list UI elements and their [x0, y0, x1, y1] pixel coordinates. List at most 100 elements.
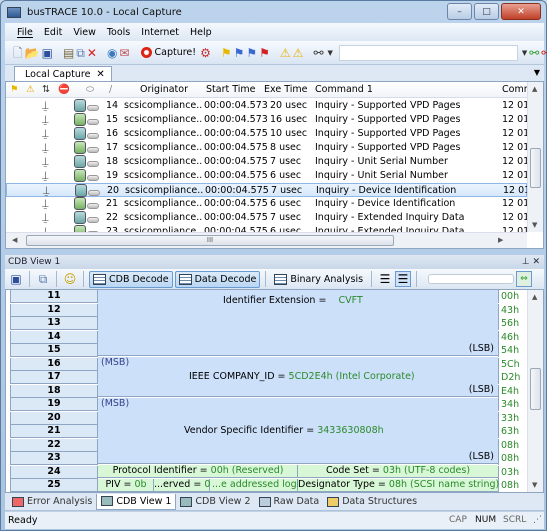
cdb-panel-title: CDB View 1 — [8, 257, 61, 267]
seq-cell: 20 — [107, 185, 120, 196]
menu-edit[interactable]: Edit — [44, 27, 62, 38]
tab-close-icon[interactable]: ✕ — [96, 69, 104, 80]
cdb-decode-label: CDB Decode — [109, 273, 169, 285]
lun-icon — [74, 127, 86, 140]
menu-help[interactable]: Help — [190, 27, 212, 38]
list-hscroll-thumb[interactable]: III — [26, 235, 394, 246]
maximize-button[interactable]: □ — [474, 3, 499, 20]
warning-column-icon[interactable]: ⚠ — [26, 84, 35, 95]
table-row[interactable]: ⍊ 16 scsicompliance.... 00:00:04.575 10 usec… — [6, 127, 527, 141]
data-decode-button[interactable]: Data Decode — [174, 270, 261, 288]
table-row[interactable]: ⍊ 20 scsicompliance.... 00:00:04.575 7 usec I… — [6, 183, 528, 197]
email-icon[interactable]: ✉ — [119, 45, 129, 61]
find-icon[interactable]: ⚯ — [313, 45, 323, 61]
table-row[interactable]: ⍊ 18 scsicompliance.... 00:00:04.575 7 usec I… — [6, 155, 527, 169]
direction-icon: ⍊ — [42, 155, 49, 168]
search-input[interactable] — [338, 44, 518, 61]
tab-cdb-view-1[interactable]: CDB View 1 — [96, 493, 177, 510]
save-icon[interactable]: ▣ — [8, 271, 24, 287]
pin-icon[interactable]: ⊥ — [522, 257, 530, 267]
tab-local-capture[interactable]: Local Capture ✕ — [14, 66, 112, 81]
find-dropdown-icon[interactable]: ▼ — [328, 49, 333, 57]
originator-column-header[interactable]: Originator — [140, 84, 188, 95]
table-row[interactable]: ⍊ 19 scsicompliance.... 00:00:04.575 6 usec I… — [6, 169, 527, 183]
tab-raw-data[interactable]: Raw Data — [255, 494, 324, 510]
list-vscrollbar[interactable]: ▲ ▼ — [527, 82, 543, 232]
lun-icon — [74, 197, 86, 210]
menu-file[interactable]: File — [17, 27, 33, 38]
sort-column-header[interactable]: / — [109, 84, 112, 95]
table-row[interactable]: ⍊ 22 scsicompliance.... 00:00:04.575 7 usec I… — [6, 211, 527, 225]
open-folder-icon[interactable]: 📂 — [25, 45, 40, 61]
menu-internet[interactable]: Internet — [141, 27, 179, 38]
field-association: ...e addressed logical unit) — [210, 479, 338, 492]
protocol-identifier-value: 00h (Reserved) — [210, 465, 284, 476]
warning-next-icon[interactable]: ⚠ — [280, 45, 291, 61]
capture-label: Capture! — [154, 47, 197, 58]
search-dropdown-icon[interactable]: ▼ — [522, 49, 527, 57]
copy-icon[interactable]: ⧉ — [76, 45, 85, 61]
flag-clear-icon[interactable]: ⚑ — [259, 45, 270, 61]
cdb-decode-button[interactable]: CDB Decode — [89, 270, 173, 288]
close-button[interactable]: ✕ — [501, 3, 541, 20]
find-prev-icon[interactable]: ⚯ — [541, 45, 547, 61]
tab-data-structures[interactable]: Data Structures — [323, 494, 421, 510]
fit-width-icon[interactable]: ⇔ — [516, 271, 533, 287]
error-column-icon[interactable]: ⛔ — [58, 84, 70, 95]
smiley-icon[interactable]: ☺ — [62, 271, 78, 287]
list-hscrollbar[interactable]: ◀ III ▶ — [6, 232, 527, 248]
tab-cdb-view-2[interactable]: CDB View 2 — [176, 494, 254, 510]
list-vscroll-thumb[interactable] — [530, 148, 541, 188]
capture-button[interactable]: Capture! — [139, 47, 198, 58]
command-cell: Inquiry - Unit Serial Number — [315, 170, 448, 181]
toolbar-separator — [416, 271, 418, 287]
hex-value: 08h — [498, 452, 527, 465]
cdb-vscrollbar[interactable]: ▲ ▼ — [527, 290, 543, 492]
network-icon[interactable]: ◉ — [107, 45, 117, 61]
flag-icon[interactable]: ⚑ — [221, 45, 232, 61]
flag-prev-icon[interactable]: ⚑ — [246, 45, 257, 61]
hex-value: 00h — [498, 290, 527, 303]
table-row[interactable]: ⍊ 14 scsicompliance.... 00:00:04.573 20 usec… — [6, 99, 527, 113]
cdb-vscroll-thumb[interactable] — [530, 368, 541, 410]
device-column-icon[interactable]: ⬭ — [86, 84, 94, 95]
exe-time-column-header[interactable]: Exe Time — [264, 84, 307, 95]
disk-icon — [87, 147, 99, 153]
minimize-button[interactable]: – — [447, 3, 472, 20]
start-time-column-header[interactable]: Start Time — [206, 84, 255, 95]
zoom-slider[interactable] — [428, 274, 515, 284]
properties-icon[interactable]: ▤ — [63, 45, 74, 61]
tab-error-analysis[interactable]: Error Analysis — [8, 494, 96, 510]
align-right-icon[interactable]: ☰ — [395, 271, 412, 287]
lun-icon — [74, 113, 86, 126]
resize-grip[interactable]: ⋰ — [533, 515, 542, 525]
table-row[interactable]: ⍊ 17 scsicompliance.... 00:00:04.575 8 usec I… — [6, 141, 527, 155]
flag-column-icon[interactable]: ⚑ — [10, 84, 19, 95]
find-next-icon[interactable]: ⚯ — [529, 45, 539, 61]
byte-number: 14 — [10, 330, 98, 344]
menu-view[interactable]: View — [73, 27, 96, 38]
flag-next-icon[interactable]: ⚑ — [234, 45, 245, 61]
capture-settings-icon[interactable]: ⚙ — [200, 45, 211, 61]
binary-analysis-button[interactable]: Binary Analysis — [271, 271, 366, 288]
menu-tools[interactable]: Tools — [107, 27, 130, 38]
warning-prev-icon[interactable]: ⚠ — [293, 45, 304, 61]
copy-icon[interactable]: ⧉ — [35, 271, 51, 287]
align-left-icon[interactable]: ☰ — [377, 271, 393, 287]
command-cell: Inquiry - Unit Serial Number — [315, 156, 448, 167]
data-structures-icon — [327, 496, 340, 507]
command1-column-header[interactable]: Command 1 — [315, 84, 373, 95]
lsb-label: (LSB) — [468, 451, 494, 462]
table-row[interactable]: ⍊ 21 scsicompliance.... 00:00:04.575 6 usec I… — [6, 197, 527, 211]
delete-icon[interactable]: ✕ — [87, 45, 97, 61]
decode-grid-icon — [93, 273, 106, 285]
direction-column-icon[interactable]: ⇅ — [42, 84, 50, 95]
table-row[interactable]: ⍊ 15 scsicompliance.... 00:00:04.573 16 usec… — [6, 113, 527, 127]
tab-list-dropdown-icon[interactable]: ▼ — [534, 68, 540, 77]
panel-close-icon[interactable]: ✕ — [532, 257, 540, 267]
disk-icon — [87, 161, 99, 167]
new-document-icon[interactable]: 🗋 — [13, 45, 23, 61]
toolbar-separator — [83, 271, 84, 287]
save-icon[interactable]: ▣ — [42, 45, 53, 61]
hex-value: 34h — [498, 398, 527, 411]
